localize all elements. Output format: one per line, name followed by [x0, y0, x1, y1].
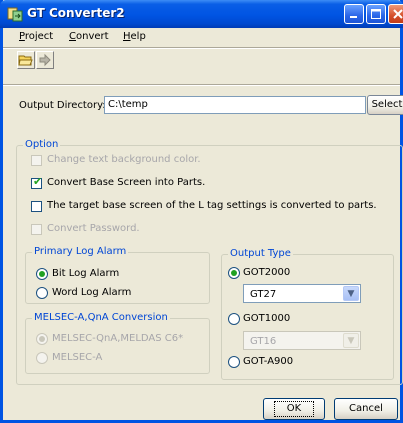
gt-converter-window: GT Converter2 Project Convert Help Outpu… — [0, 0, 403, 423]
got-a900-label: GOT-A900 — [243, 356, 294, 367]
got2000-model-select[interactable]: GT27 ▼ — [243, 284, 361, 303]
change-text-bg-checkbox[interactable] — [31, 155, 42, 166]
output-directory-input[interactable]: C:\temp — [104, 96, 366, 114]
option-legend: Option — [23, 139, 61, 150]
word-log-alarm-label: Word Log Alarm — [52, 287, 132, 298]
title-bar[interactable]: GT Converter2 — [0, 0, 403, 28]
l-tag-parts-label: The target base screen of the L tag sett… — [47, 200, 377, 211]
convert-base-screen-label: Convert Base Screen into Parts. — [47, 177, 206, 188]
maximize-icon — [371, 9, 381, 19]
output-type-legend: Output Type — [228, 248, 293, 259]
app-icon — [7, 7, 23, 22]
bit-log-alarm-radio[interactable] — [36, 268, 48, 280]
chevron-down-icon: ▼ — [343, 286, 359, 301]
menu-project[interactable]: Project — [19, 31, 53, 42]
toolbar-separator — [3, 84, 400, 86]
primary-log-alarm-legend: Primary Log Alarm — [32, 246, 129, 257]
select-button[interactable]: Select — [367, 95, 403, 115]
chevron-down-icon: ▼ — [343, 333, 359, 348]
convert-button[interactable] — [36, 51, 54, 69]
toolbar — [3, 49, 400, 79]
l-tag-parts-checkbox[interactable] — [31, 201, 42, 212]
melsec-conversion-group: MELSEC-A,QnA Conversion — [25, 312, 210, 374]
menu-bar: Project Convert Help — [3, 28, 400, 46]
got2000-label: GOT2000 — [243, 267, 291, 278]
melsec-qna-label: MELSEC-QnA,MELDAS C6* — [52, 333, 184, 344]
got-a900-radio[interactable] — [228, 356, 240, 368]
maximize-button[interactable] — [366, 4, 386, 24]
melsec-qna-radio[interactable] — [36, 333, 48, 345]
minimize-icon — [350, 16, 357, 18]
got1000-model-select[interactable]: GT16 ▼ — [243, 331, 361, 350]
got1000-model-value: GT16 — [250, 336, 277, 347]
output-directory-label: Output Directory: — [19, 100, 106, 111]
close-icon — [393, 9, 403, 19]
close-button[interactable] — [388, 4, 403, 24]
melsec-conversion-legend: MELSEC-A,QnA Conversion — [32, 312, 170, 323]
melsec-a-label: MELSEC-A — [52, 352, 103, 363]
got2000-model-value: GT27 — [250, 289, 277, 300]
minimize-button[interactable] — [344, 4, 364, 24]
folder-open-icon — [18, 55, 33, 66]
arrow-right-icon — [39, 53, 51, 67]
menu-convert[interactable]: Convert — [69, 31, 109, 42]
ok-label: OK — [273, 401, 315, 417]
menu-help[interactable]: Help — [123, 31, 146, 42]
word-log-alarm-radio[interactable] — [36, 287, 48, 299]
convert-password-checkbox[interactable] — [31, 224, 42, 235]
window-title: GT Converter2 — [27, 6, 125, 20]
cancel-button[interactable]: Cancel — [334, 398, 398, 420]
bit-log-alarm-label: Bit Log Alarm — [52, 268, 120, 279]
ok-button[interactable]: OK — [263, 398, 325, 420]
checkmark-icon: ✔ — [33, 175, 43, 188]
got2000-radio[interactable] — [228, 267, 240, 279]
change-text-bg-label: Change text background color. — [47, 154, 201, 165]
convert-password-label: Convert Password. — [47, 223, 140, 234]
got1000-radio[interactable] — [228, 313, 240, 325]
convert-base-screen-checkbox[interactable]: ✔ — [31, 175, 43, 189]
got1000-label: GOT1000 — [243, 313, 291, 324]
open-project-button[interactable] — [17, 51, 35, 69]
melsec-a-radio[interactable] — [36, 352, 48, 364]
